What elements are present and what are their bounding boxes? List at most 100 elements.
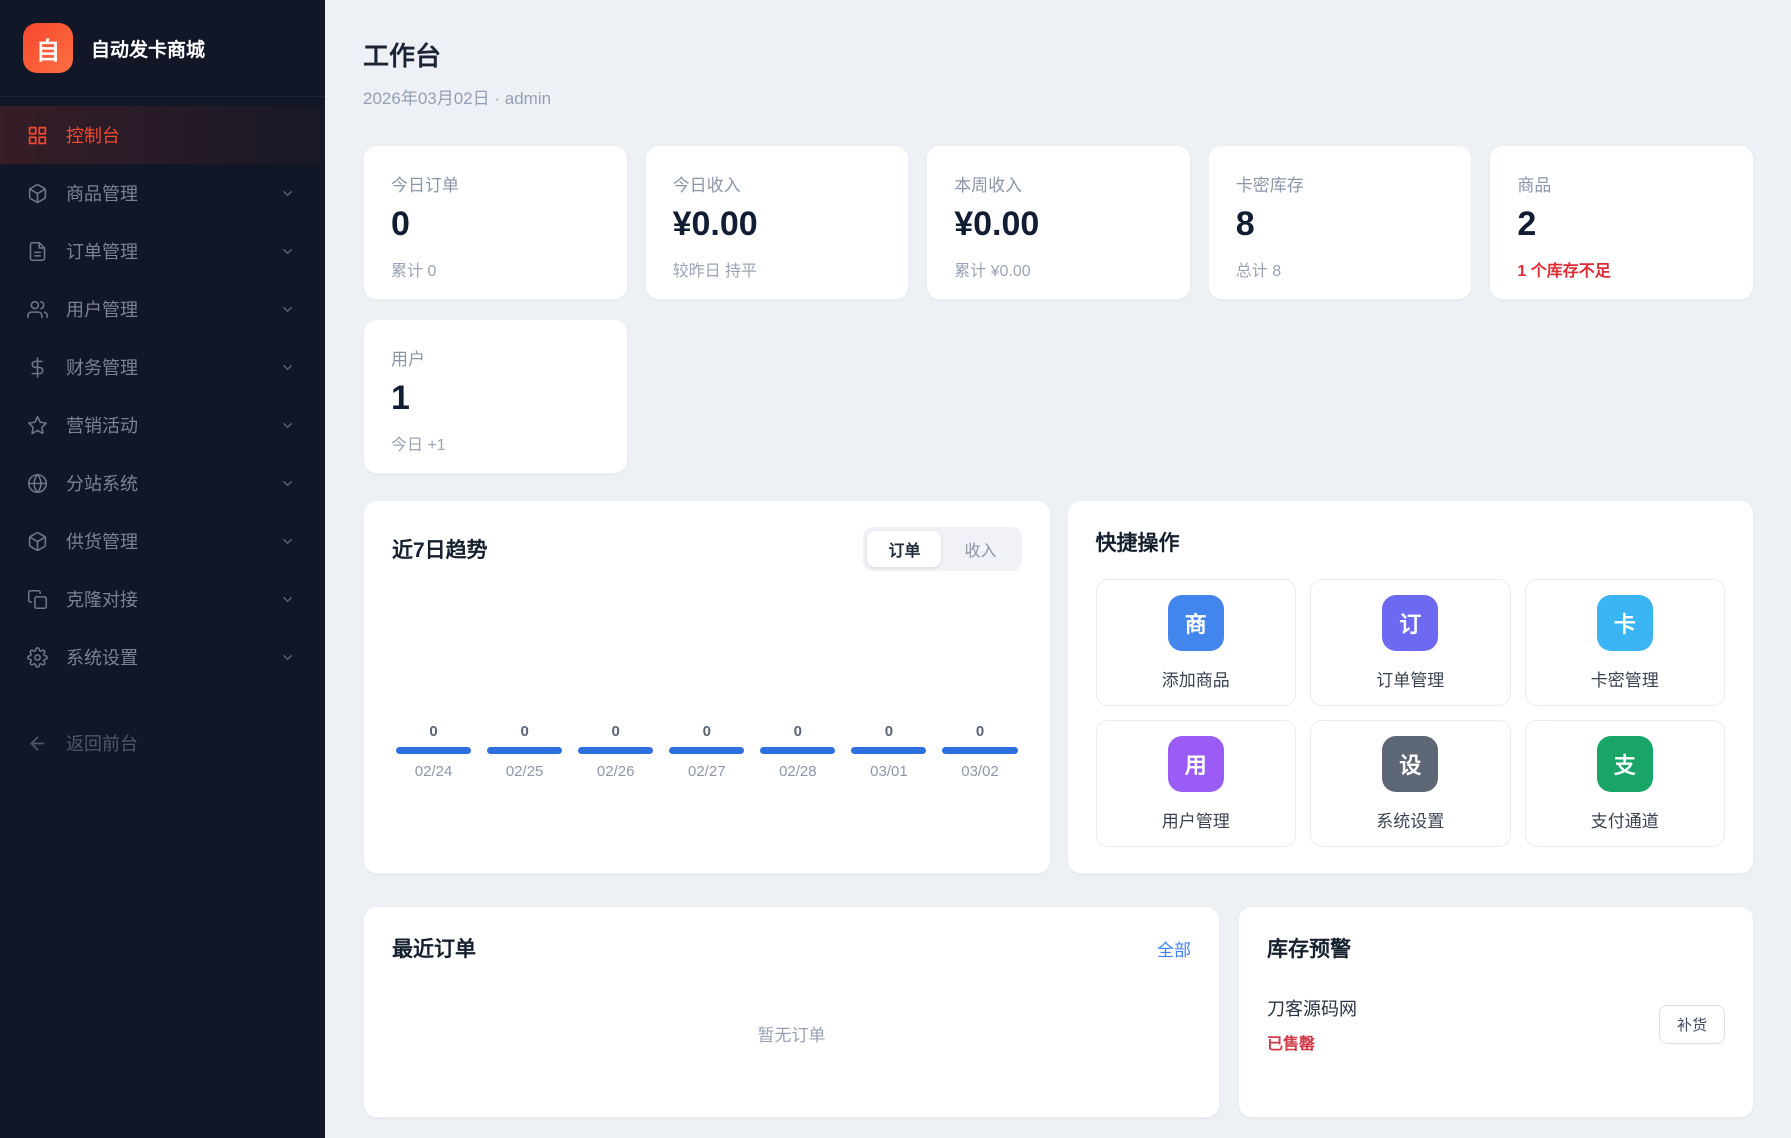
chevron-down-icon <box>280 186 295 201</box>
stat-label: 今日收入 <box>673 171 882 196</box>
quick-actions-grid: 商 添加商品 订 订单管理 卡 卡密管理 用 用户管理 <box>1096 579 1726 847</box>
sidebar-item-settings[interactable]: 系统设置 <box>0 628 325 686</box>
chart-column: 0 03/01 <box>849 723 928 780</box>
empty-orders-text: 暂无订单 <box>392 1021 1191 1046</box>
sidebar-item-label: 财务管理 <box>66 354 138 380</box>
chart-x-tick: 02/27 <box>667 763 746 780</box>
settings-icon: 设 <box>1382 736 1438 792</box>
sidebar-item-clone[interactable]: 克隆对接 <box>0 570 325 628</box>
chart-x-tick: 02/26 <box>576 763 655 780</box>
stat-label: 卡密库存 <box>1236 171 1445 196</box>
back-to-frontend[interactable]: 返回前台 <box>0 714 325 772</box>
chart-bar <box>669 747 744 754</box>
chart-value-label: 0 <box>394 723 473 740</box>
quick-action-card-keys[interactable]: 卡 卡密管理 <box>1525 579 1726 706</box>
stat-card-products: 商品 2 1 个库存不足 <box>1489 145 1754 300</box>
stat-sub: 今日 +1 <box>391 431 600 455</box>
recent-orders-header: 最近订单 全部 <box>392 933 1191 963</box>
sidebar-item-dashboard[interactable]: 控制台 <box>0 106 325 164</box>
sidebar-item-marketing[interactable]: 营销活动 <box>0 396 325 454</box>
stat-label: 商品 <box>1517 171 1726 196</box>
sidebar-item-label: 系统设置 <box>66 644 138 670</box>
stat-value: 0 <box>391 205 600 244</box>
app-logo: 自 <box>23 23 73 73</box>
tab-orders[interactable]: 订单 <box>867 531 941 567</box>
tab-revenue[interactable]: 收入 <box>943 531 1017 567</box>
product-name: 刀客源码网 <box>1267 995 1357 1021</box>
sidebar-item-supply[interactable]: 供货管理 <box>0 512 325 570</box>
quick-action-payment[interactable]: 支 支付通道 <box>1525 720 1726 847</box>
quick-action-settings[interactable]: 设 系统设置 <box>1310 720 1511 847</box>
chevron-down-icon <box>280 650 295 665</box>
quick-action-users[interactable]: 用 用户管理 <box>1096 720 1297 847</box>
card-key-icon: 卡 <box>1597 595 1653 651</box>
chart-value-label: 0 <box>485 723 564 740</box>
stat-sub-alert: 1 个库存不足 <box>1517 257 1726 281</box>
stock-alert-item: 刀客源码网 已售罄 补货 <box>1267 995 1725 1054</box>
stock-alert-title: 库存预警 <box>1267 933 1725 963</box>
stat-value: 1 <box>391 379 600 418</box>
globe-icon <box>27 473 48 494</box>
chart-column: 0 02/24 <box>394 723 473 780</box>
stat-card-users: 用户 1 今日 +1 <box>363 319 628 474</box>
sidebar-item-label: 控制台 <box>66 122 120 148</box>
chart-value-label: 0 <box>849 723 928 740</box>
chart-bar <box>942 747 1017 754</box>
stock-alert-panel: 库存预警 刀客源码网 已售罄 补货 <box>1238 906 1754 1118</box>
sidebar: 自 自动发卡商城 控制台 商品管理 订单管理 <box>0 0 325 1138</box>
sidebar-item-label: 分站系统 <box>66 470 138 496</box>
quick-action-add-product[interactable]: 商 添加商品 <box>1096 579 1297 706</box>
stat-card-today-orders: 今日订单 0 累计 0 <box>363 145 628 300</box>
star-icon <box>27 415 48 436</box>
stat-sub: 较昨日 持平 <box>673 257 882 281</box>
order-icon: 订 <box>1382 595 1438 651</box>
copy-icon <box>27 589 48 610</box>
chart-value-label: 0 <box>758 723 837 740</box>
chart-bar <box>578 747 653 754</box>
back-to-frontend-label: 返回前台 <box>66 730 138 756</box>
recent-orders-panel: 最近订单 全部 暂无订单 <box>363 906 1220 1118</box>
arrow-left-icon <box>27 733 48 754</box>
quick-action-orders[interactable]: 订 订单管理 <box>1310 579 1511 706</box>
sidebar-item-finance[interactable]: 财务管理 <box>0 338 325 396</box>
sidebar-item-substations[interactable]: 分站系统 <box>0 454 325 512</box>
icon-char: 用 <box>1185 748 1207 780</box>
sidebar-item-label: 用户管理 <box>66 296 138 322</box>
sidebar-item-orders[interactable]: 订单管理 <box>0 222 325 280</box>
chart-x-tick: 02/25 <box>485 763 564 780</box>
middle-row: 近7日趋势 订单 收入 0 02/24 0 02/25 <box>363 500 1754 866</box>
sidebar-item-users[interactable]: 用户管理 <box>0 280 325 338</box>
user-icon: 用 <box>1168 736 1224 792</box>
stat-label: 今日订单 <box>391 171 600 196</box>
chevron-down-icon <box>280 244 295 259</box>
icon-char: 设 <box>1399 748 1421 780</box>
chart-x-tick: 03/02 <box>940 763 1019 780</box>
chart-bar <box>760 747 835 754</box>
recent-orders-title: 最近订单 <box>392 933 476 963</box>
trend-panel: 近7日趋势 订单 收入 0 02/24 0 02/25 <box>363 500 1051 874</box>
logo-char: 自 <box>36 31 60 66</box>
users-icon <box>27 299 48 320</box>
stats-grid: 今日订单 0 累计 0 今日收入 ¥0.00 较昨日 持平 本周收入 ¥0.00… <box>363 145 1754 474</box>
bottom-row: 最近订单 全部 暂无订单 库存预警 刀客源码网 已售罄 补货 <box>363 906 1754 1118</box>
stat-card-week-revenue: 本周收入 ¥0.00 累计 ¥0.00 <box>926 145 1191 300</box>
icon-char: 卡 <box>1614 607 1636 639</box>
trend-chart: 0 02/24 0 02/25 0 02/26 <box>392 723 1022 780</box>
quick-action-label: 系统设置 <box>1376 807 1444 832</box>
product-icon: 商 <box>1168 595 1224 651</box>
restock-button[interactable]: 补货 <box>1659 1005 1725 1044</box>
quick-action-label: 卡密管理 <box>1591 666 1659 691</box>
stat-value: ¥0.00 <box>954 205 1163 244</box>
brand: 自 自动发卡商城 <box>0 0 325 97</box>
page-subtitle: 2026年03月02日 · admin <box>363 84 1754 109</box>
view-all-link[interactable]: 全部 <box>1157 936 1191 961</box>
grid-icon <box>27 125 48 146</box>
chevron-down-icon <box>280 360 295 375</box>
chart-column: 0 02/26 <box>576 723 655 780</box>
sidebar-item-products[interactable]: 商品管理 <box>0 164 325 222</box>
trend-tabs: 订单 收入 <box>863 527 1021 571</box>
stat-label: 本周收入 <box>954 171 1163 196</box>
brand-name: 自动发卡商城 <box>91 35 205 62</box>
package-icon <box>27 531 48 552</box>
chart-x-tick: 02/24 <box>394 763 473 780</box>
